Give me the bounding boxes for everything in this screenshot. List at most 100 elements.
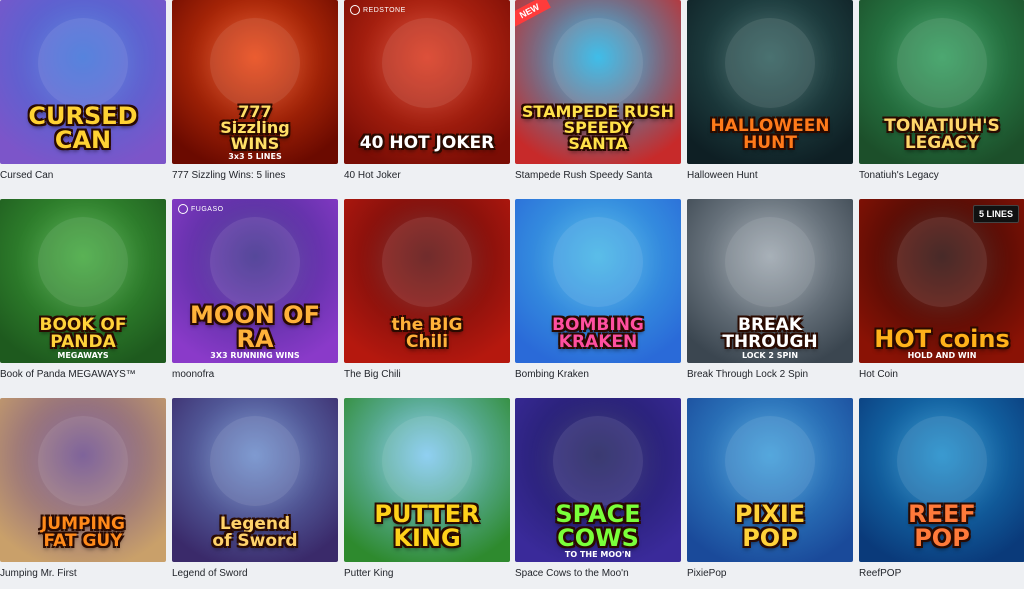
game-logo-text: 777 Sizzling WINS (220, 102, 290, 153)
game-tile[interactable]: 777 Sizzling WINS 3x3 5 LINES 777 Sizzling… (172, 0, 338, 182)
game-title[interactable]: Bombing Kraken (515, 369, 589, 380)
game-thumbnail[interactable]: TONATIUH'S LEGACY (859, 0, 1024, 164)
game-artwork (897, 18, 987, 108)
game-tile[interactable]: 5 LINES HOT coins HOLD AND WIN Hot Coin (859, 199, 1024, 381)
game-tile[interactable]: NEW STAMPEDE RUSH SPEEDY SANTA Stampede Ru… (515, 0, 681, 182)
game-tile[interactable]: REEF POP ReefPOP (859, 398, 1024, 580)
game-logo-subtitle: TO THE MOO'N (564, 550, 632, 559)
game-artwork (38, 18, 128, 108)
game-tile[interactable]: BOOK OF PANDA MEGAWAYS Book of Panda MEGAW… (0, 199, 166, 381)
game-thumbnail[interactable]: 5 LINES HOT coins HOLD AND WIN (859, 199, 1024, 363)
game-thumbnail[interactable]: 777 Sizzling WINS 3x3 5 LINES (172, 0, 338, 164)
game-artwork (553, 217, 643, 307)
game-title[interactable]: 40 Hot Joker (344, 170, 401, 181)
game-artwork (38, 416, 128, 506)
game-artwork (382, 416, 472, 506)
game-title[interactable]: ReefPOP (859, 568, 901, 579)
game-logo-text: TONATIUH'S LEGACY (884, 116, 1000, 153)
game-artwork (553, 18, 643, 108)
game-artwork (210, 18, 300, 108)
game-tile[interactable]: TONATIUH'S LEGACY Tonatiuh's Legacy (859, 0, 1024, 182)
game-thumbnail[interactable]: JUMPING FAT GUY (0, 398, 166, 562)
game-grid: CURSED CAN Cursed Can 777 Sizzling WINS 3x3… (0, 0, 1024, 589)
game-title[interactable]: Space Cows to the Moo'n (515, 568, 629, 579)
game-logo-text: SPACE COWS (555, 500, 641, 552)
game-artwork (897, 416, 987, 506)
game-thumbnail[interactable]: FUGASO MOON OF RA 3X3 RUNNING WINS (172, 199, 338, 363)
game-logo-text: PIXIE POP (734, 500, 806, 552)
game-logo-text: 40 HOT JOKER (359, 133, 495, 153)
game-tile[interactable]: BOMBING KRAKEN Bombing Kraken (515, 199, 681, 381)
lines-badge: 5 LINES (972, 205, 1019, 223)
game-logo-text: Legend of Sword (212, 514, 298, 551)
game-tile[interactable]: JUMPING FAT GUY Jumping Mr. First (0, 398, 166, 580)
game-title[interactable]: Halloween Hunt (687, 170, 758, 181)
game-logo-text: REEF POP (908, 500, 976, 552)
game-title[interactable]: 777 Sizzling Wins: 5 lines (172, 170, 285, 181)
game-tile[interactable]: FUGASO MOON OF RA 3X3 RUNNING WINS moonofra (172, 199, 338, 381)
provider-icon (350, 5, 360, 15)
game-tile[interactable]: CURSED CAN Cursed Can (0, 0, 166, 182)
game-thumbnail[interactable]: BOOK OF PANDA MEGAWAYS (0, 199, 166, 363)
game-title[interactable]: PixiePop (687, 568, 726, 579)
provider-name: REDSTONE (363, 6, 406, 14)
game-title[interactable]: The Big Chili (344, 369, 401, 380)
game-tile[interactable]: PIXIE POP PixiePop (687, 398, 853, 580)
game-artwork (725, 217, 815, 307)
game-title[interactable]: Tonatiuh's Legacy (859, 170, 939, 181)
game-thumbnail[interactable]: REEF POP (859, 398, 1024, 562)
game-logo-text: the BIG Chili (391, 315, 463, 352)
game-logo-text: JUMPING FAT GUY (40, 514, 125, 551)
game-title[interactable]: moonofra (172, 369, 214, 380)
game-tile[interactable]: the BIG Chili The Big Chili (344, 199, 510, 381)
game-tile[interactable]: PUTTER KING Putter King (344, 398, 510, 580)
game-tile[interactable]: Legend of Sword Legend of Sword (172, 398, 338, 580)
game-tile[interactable]: HALLOWEEN HUNT Halloween Hunt (687, 0, 853, 182)
game-artwork (553, 416, 643, 506)
game-logo-text: STAMPEDE RUSH SPEEDY SANTA (521, 102, 675, 153)
game-thumbnail[interactable]: BREAK THROUGH LOCK 2 SPIN (687, 199, 853, 363)
game-title[interactable]: Cursed Can (0, 170, 53, 181)
game-tile[interactable]: SPACE COWS TO THE MOO'N Space Cows to the … (515, 398, 681, 580)
game-title[interactable]: Book of Panda MEGAWAYS™ (0, 369, 136, 380)
game-artwork (725, 18, 815, 108)
game-logo-subtitle: HOLD AND WIN (907, 351, 977, 360)
game-logo-text: BOOK OF PANDA (39, 315, 127, 352)
new-badge: NEW (515, 0, 559, 27)
game-artwork (897, 217, 987, 307)
game-thumbnail[interactable]: HALLOWEEN HUNT (687, 0, 853, 164)
game-thumbnail[interactable]: Legend of Sword (172, 398, 338, 562)
provider-name: FUGASO (191, 205, 224, 213)
game-logo-subtitle: 3x3 5 LINES (228, 152, 282, 161)
game-artwork (210, 217, 300, 307)
game-logo-text: HOT coins (874, 325, 1010, 353)
game-thumbnail[interactable]: the BIG Chili (344, 199, 510, 363)
game-logo-text: BOMBING KRAKEN (552, 315, 644, 352)
game-tile[interactable]: REDSTONE 40 HOT JOKER 40 Hot Joker (344, 0, 510, 182)
provider-logo: REDSTONE (350, 5, 406, 15)
game-title[interactable]: Hot Coin (859, 369, 898, 380)
game-thumbnail[interactable]: SPACE COWS TO THE MOO'N (515, 398, 681, 562)
game-thumbnail[interactable]: PIXIE POP (687, 398, 853, 562)
game-tile[interactable]: BREAK THROUGH LOCK 2 SPIN Break Through Lo… (687, 199, 853, 381)
game-artwork (210, 416, 300, 506)
provider-icon (178, 204, 188, 214)
game-thumbnail[interactable]: CURSED CAN (0, 0, 166, 164)
game-artwork (725, 416, 815, 506)
game-thumbnail[interactable]: REDSTONE 40 HOT JOKER (344, 0, 510, 164)
game-artwork (38, 217, 128, 307)
game-logo-subtitle: 3X3 RUNNING WINS (210, 351, 300, 360)
game-title[interactable]: Legend of Sword (172, 568, 248, 579)
game-logo-text: HALLOWEEN HUNT (710, 116, 830, 153)
game-title[interactable]: Stampede Rush Speedy Santa (515, 170, 652, 181)
game-title[interactable]: Putter King (344, 568, 393, 579)
game-logo-subtitle: MEGAWAYS (57, 351, 109, 360)
game-thumbnail[interactable]: NEW STAMPEDE RUSH SPEEDY SANTA (515, 0, 681, 164)
game-logo-text: CURSED CAN (28, 102, 138, 154)
game-logo-text: MOON OF RA (190, 301, 320, 353)
game-thumbnail[interactable]: PUTTER KING (344, 398, 510, 562)
game-thumbnail[interactable]: BOMBING KRAKEN (515, 199, 681, 363)
game-title[interactable]: Jumping Mr. First (0, 568, 77, 579)
game-artwork (382, 217, 472, 307)
game-title[interactable]: Break Through Lock 2 Spin (687, 369, 808, 380)
